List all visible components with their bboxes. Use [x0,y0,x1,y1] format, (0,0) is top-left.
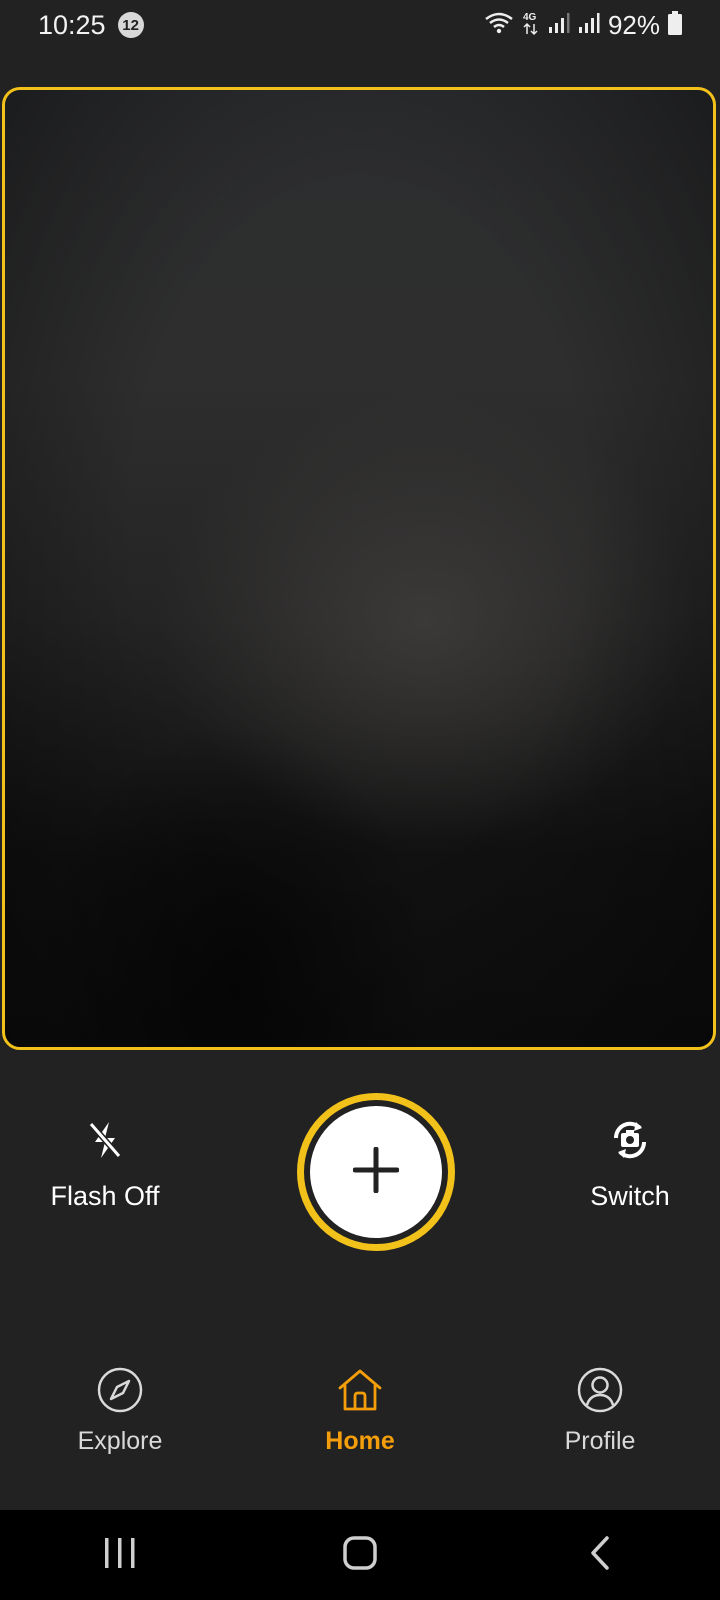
battery-icon [668,10,682,40]
flash-toggle-button[interactable]: Flash Off [40,1115,170,1212]
bottom-navigation: Explore Home Profile [0,1365,720,1510]
profile-icon [575,1365,625,1415]
camera-vignette [5,90,713,1047]
capture-button[interactable] [297,1093,455,1251]
switch-label: Switch [590,1181,670,1211]
nav-item-profile[interactable]: Profile [500,1365,700,1456]
svg-text:4G: 4G [523,12,537,23]
nav-item-home[interactable]: Home [260,1365,460,1456]
recent-apps-button[interactable] [80,1525,160,1585]
signal-icon [548,12,570,39]
switch-camera-button[interactable]: Switch [560,1115,700,1212]
signal-icon-secondary [578,12,600,39]
home-icon [335,1365,385,1415]
flash-label: Flash Off [50,1181,160,1211]
status-time: 10:25 [38,9,106,40]
plus-icon [352,1146,400,1198]
flash-off-icon [80,1115,130,1165]
home-square-icon [342,1535,378,1576]
nav-label-explore: Explore [77,1427,163,1455]
status-right: 4G 92% [484,10,682,41]
nav-label-home: Home [325,1427,395,1455]
battery-percentage: 92% [607,9,660,40]
capture-button-inner [310,1106,442,1238]
camera-preview[interactable] [2,87,716,1050]
nav-label-profile: Profile [564,1427,636,1455]
back-button[interactable] [560,1525,640,1585]
status-left: 10:25 12 [38,10,144,41]
system-navigation-bar [0,1510,720,1600]
status-bar: 10:25 12 4G 92% [0,0,720,50]
switch-camera-icon [605,1115,655,1165]
home-system-button[interactable] [320,1525,400,1585]
recent-apps-icon [103,1537,137,1574]
back-chevron-icon [588,1535,612,1576]
camera-controls: Flash Off Switch [0,1085,720,1255]
camera-screen: 10:25 12 4G 92% Flash Off Switch Explore… [0,0,720,1600]
mobile-data-4g-icon: 4G [522,10,540,41]
nav-item-explore[interactable]: Explore [20,1365,220,1456]
wifi-icon [484,11,514,40]
compass-icon [95,1365,145,1415]
notification-count-badge: 12 [117,12,144,38]
